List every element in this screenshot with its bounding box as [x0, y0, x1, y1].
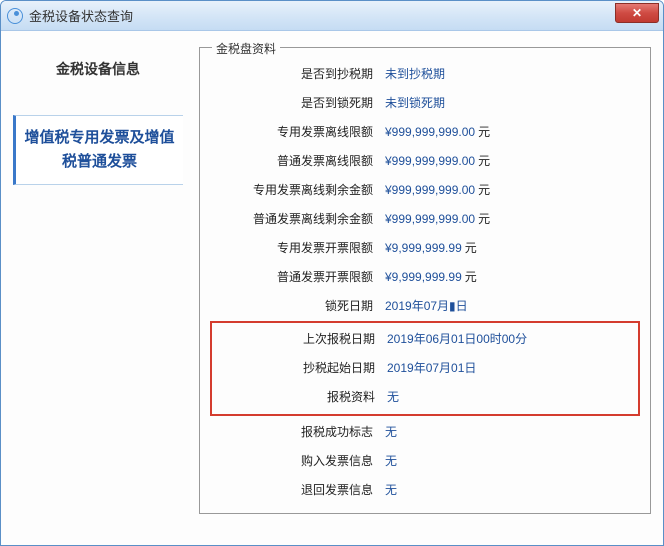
window-frame: 金税设备状态查询 ✕ 金税设备信息 增值税专用发票及增值税普通发票 金税盘资料 …: [0, 0, 664, 546]
info-row: 抄税起始日期2019年07月01日: [212, 354, 638, 381]
app-icon: [7, 8, 23, 24]
row-label: 普通发票离线限额: [210, 152, 385, 169]
info-row: 报税成功标志无: [210, 418, 640, 445]
row-value: ¥999,999,999.00元: [385, 210, 640, 227]
row-value: ¥9,999,999.99元: [385, 268, 640, 285]
row-label: 专用发票离线限额: [210, 123, 385, 140]
row-label: 购入发票信息: [210, 452, 385, 469]
row-value: 2019年06月01日00时00分: [387, 330, 638, 347]
currency-unit: 元: [478, 125, 490, 139]
row-label: 报税成功标志: [210, 423, 385, 440]
info-row: 锁死日期2019年07月▮日: [210, 292, 640, 319]
info-row: 上次报税日期2019年06月01日00时00分: [212, 325, 638, 352]
row-value: 无: [385, 481, 640, 498]
row-value: ¥9,999,999.99元: [385, 239, 640, 256]
row-label: 报税资料: [212, 388, 387, 405]
row-label: 退回发票信息: [210, 481, 385, 498]
info-row: 专用发票离线剩余金额¥999,999,999.00元: [210, 176, 640, 203]
row-value: ¥999,999,999.00元: [385, 152, 640, 169]
info-row: 退回发票信息无: [210, 476, 640, 503]
row-value: 无: [387, 388, 638, 405]
titlebar: 金税设备状态查询 ✕: [1, 1, 663, 31]
row-label: 抄税起始日期: [212, 359, 387, 376]
row-label: 专用发票开票限额: [210, 239, 385, 256]
row-value: 未到锁死期: [385, 94, 640, 111]
info-row: 是否到抄税期未到抄税期: [210, 60, 640, 87]
row-value: 2019年07月▮日: [385, 297, 640, 314]
tab-vat-invoice[interactable]: 增值税专用发票及增值税普通发票: [13, 115, 183, 185]
row-value: 2019年07月01日: [387, 359, 638, 376]
close-button[interactable]: ✕: [615, 3, 659, 23]
currency-unit: 元: [478, 154, 490, 168]
row-label: 普通发票离线剩余金额: [210, 210, 385, 227]
row-label: 上次报税日期: [212, 330, 387, 347]
info-row: 是否到锁死期未到锁死期: [210, 89, 640, 116]
sidebar-header: 金税设备信息: [13, 59, 183, 79]
row-label: 锁死日期: [210, 297, 385, 314]
fieldset-disk-info: 金税盘资料 是否到抄税期未到抄税期是否到锁死期未到锁死期专用发票离线限额¥999…: [199, 47, 651, 514]
content-area: 金税设备信息 增值税专用发票及增值税普通发票 金税盘资料 是否到抄税期未到抄税期…: [1, 31, 663, 545]
info-row: 专用发票开票限额¥9,999,999.99元: [210, 234, 640, 261]
row-value: 未到抄税期: [385, 65, 640, 82]
currency-unit: 元: [465, 270, 477, 284]
window-title: 金税设备状态查询: [29, 6, 133, 25]
row-value: 无: [385, 423, 640, 440]
row-label: 普通发票开票限额: [210, 268, 385, 285]
row-label: 是否到锁死期: [210, 94, 385, 111]
row-value: ¥999,999,999.00元: [385, 181, 640, 198]
row-label: 专用发票离线剩余金额: [210, 181, 385, 198]
main-panel: 金税盘资料 是否到抄税期未到抄税期是否到锁死期未到锁死期专用发票离线限额¥999…: [199, 41, 651, 535]
info-row: 报税资料无: [212, 383, 638, 410]
info-row: 普通发票开票限额¥9,999,999.99元: [210, 263, 640, 290]
row-value: 无: [385, 452, 640, 469]
currency-unit: 元: [478, 183, 490, 197]
currency-unit: 元: [465, 241, 477, 255]
info-row: 购入发票信息无: [210, 447, 640, 474]
fieldset-legend: 金税盘资料: [212, 40, 280, 57]
currency-unit: 元: [478, 212, 490, 226]
info-row: 专用发票离线限额¥999,999,999.00元: [210, 118, 640, 145]
close-icon: ✕: [632, 7, 642, 19]
row-value: ¥999,999,999.00元: [385, 123, 640, 140]
row-label: 是否到抄税期: [210, 65, 385, 82]
info-row: 普通发票离线限额¥999,999,999.00元: [210, 147, 640, 174]
sidebar: 金税设备信息 增值税专用发票及增值税普通发票: [13, 41, 183, 535]
highlight-box: 上次报税日期2019年06月01日00时00分抄税起始日期2019年07月01日…: [210, 321, 640, 416]
info-row: 普通发票离线剩余金额¥999,999,999.00元: [210, 205, 640, 232]
